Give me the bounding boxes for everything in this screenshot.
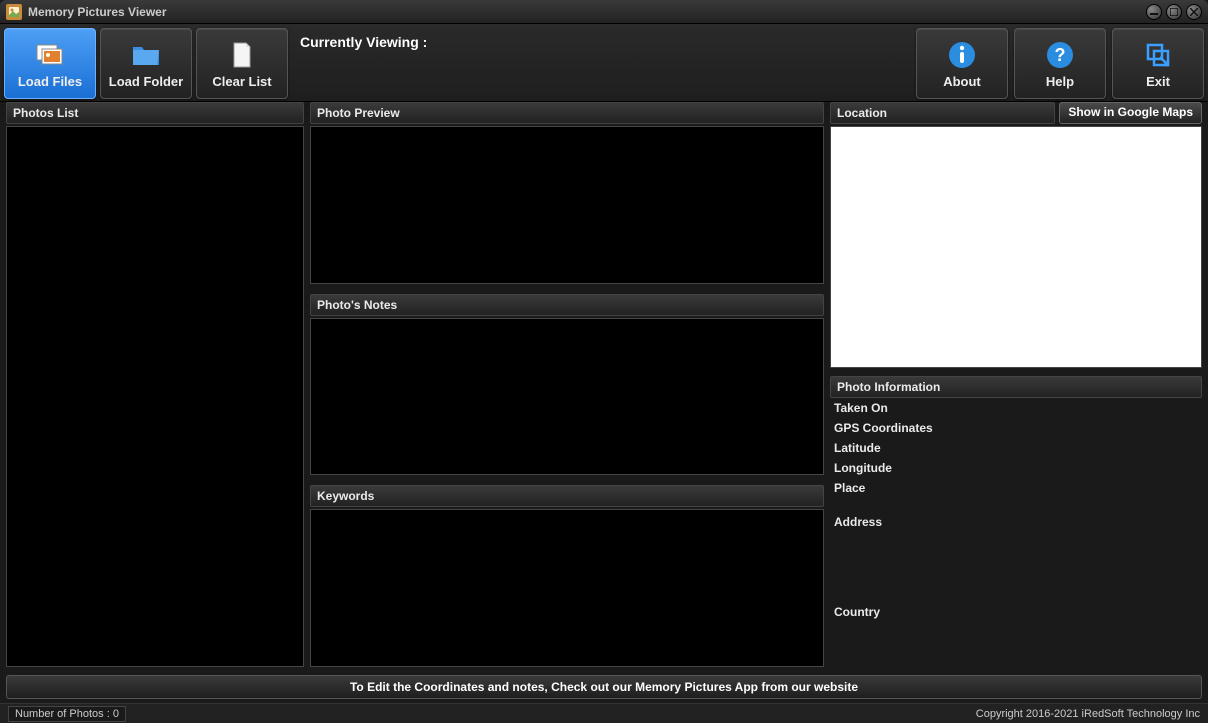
maximize-button[interactable] bbox=[1166, 4, 1182, 20]
svg-text:?: ? bbox=[1055, 45, 1066, 65]
keywords-header: Keywords bbox=[310, 485, 824, 507]
latitude-label: Latitude bbox=[830, 438, 1202, 458]
help-label: Help bbox=[1046, 74, 1074, 89]
photos-list-area[interactable] bbox=[6, 126, 304, 667]
clear-list-button[interactable]: Clear List bbox=[196, 28, 288, 99]
exit-button[interactable]: Exit bbox=[1112, 28, 1204, 99]
clear-list-label: Clear List bbox=[212, 74, 271, 89]
copyright-text: Copyright 2016-2021 iRedSoft Technology … bbox=[976, 708, 1200, 720]
photos-icon bbox=[34, 39, 66, 71]
keywords-area[interactable] bbox=[310, 509, 824, 667]
exit-label: Exit bbox=[1146, 74, 1170, 89]
load-folder-button[interactable]: Load Folder bbox=[100, 28, 192, 99]
taken-on-label: Taken On bbox=[830, 398, 1202, 418]
location-header: Location bbox=[830, 102, 1055, 124]
country-label: Country bbox=[830, 602, 1202, 622]
load-folder-label: Load Folder bbox=[109, 74, 183, 89]
photo-preview-area bbox=[310, 126, 824, 284]
show-in-google-maps-button[interactable]: Show in Google Maps bbox=[1059, 102, 1202, 124]
load-files-label: Load Files bbox=[18, 74, 82, 89]
folder-icon bbox=[130, 39, 162, 71]
map-area[interactable] bbox=[830, 126, 1202, 368]
help-icon: ? bbox=[1044, 39, 1076, 71]
place-label: Place bbox=[830, 478, 1202, 498]
photos-notes-header: Photo's Notes bbox=[310, 294, 824, 316]
exit-icon bbox=[1142, 39, 1174, 71]
currently-viewing-label: Currently Viewing : bbox=[300, 34, 427, 50]
about-button[interactable]: About bbox=[916, 28, 1008, 99]
footer-message-button[interactable]: To Edit the Coordinates and notes, Check… bbox=[6, 675, 1202, 699]
address-label: Address bbox=[830, 512, 1202, 532]
about-label: About bbox=[943, 74, 981, 89]
load-files-button[interactable]: Load Files bbox=[4, 28, 96, 99]
help-button[interactable]: ? Help bbox=[1014, 28, 1106, 99]
app-icon bbox=[6, 4, 22, 20]
photo-count: Number of Photos : 0 bbox=[8, 706, 126, 722]
photo-information-header: Photo Information bbox=[830, 376, 1202, 398]
gps-coordinates-label: GPS Coordinates bbox=[830, 418, 1202, 438]
photos-list-header: Photos List bbox=[6, 102, 304, 124]
close-button[interactable] bbox=[1186, 4, 1202, 20]
photo-preview-header: Photo Preview bbox=[310, 102, 824, 124]
document-icon bbox=[226, 39, 258, 71]
window-title: Memory Pictures Viewer bbox=[28, 5, 167, 19]
info-icon bbox=[946, 39, 978, 71]
photos-notes-area[interactable] bbox=[310, 318, 824, 476]
longitude-label: Longitude bbox=[830, 458, 1202, 478]
minimize-button[interactable] bbox=[1146, 4, 1162, 20]
